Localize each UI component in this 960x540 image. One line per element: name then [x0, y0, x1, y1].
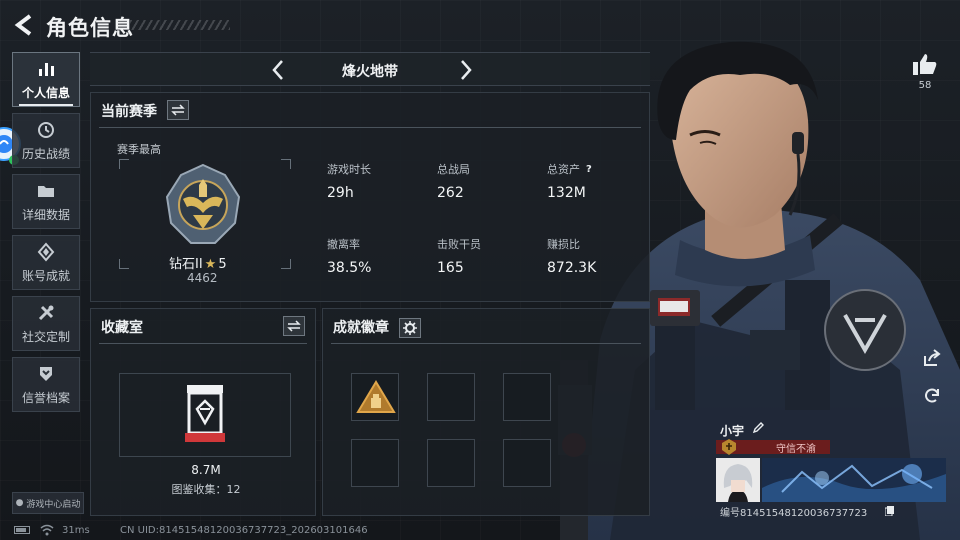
badge-slot-5[interactable] — [427, 439, 475, 487]
collection-count: 图鉴收集：12 — [171, 483, 241, 496]
like-count: 58 — [918, 80, 932, 91]
wifi-icon — [40, 524, 54, 536]
stat-total-matches: 总战局 262 — [437, 161, 537, 201]
stat-value: 132M — [547, 185, 586, 201]
stat-label-row: 总资产 ? — [547, 161, 647, 177]
player-card: 小宇 守信不渝 编号8145154812003673772​3 — [716, 418, 946, 519]
achievements-settings-button[interactable] — [399, 318, 421, 338]
stat-label: 游戏时长 — [327, 163, 371, 176]
stat-label: 赚损比 — [547, 238, 580, 251]
ping-value: 31ms — [62, 525, 90, 536]
collection-title: 收藏室 — [101, 320, 143, 336]
sidebar-item-history[interactable]: 历史战绩 — [12, 113, 80, 168]
pencil-icon[interactable] — [752, 422, 764, 434]
stat-value: 262 — [437, 185, 464, 201]
sidebar-item-achievements[interactable]: 账号成就 — [12, 235, 80, 290]
stat-label: 击败干员 — [437, 238, 481, 251]
chevron-right-icon[interactable] — [452, 57, 478, 83]
game-center-label: 游戏中心启动 — [26, 499, 81, 510]
refresh-icon[interactable] — [922, 386, 942, 406]
rank-tier: 钻石II — [169, 257, 203, 272]
star-icon: ★ — [204, 257, 217, 272]
avatar[interactable] — [716, 458, 760, 502]
game-center-button[interactable]: ● 游戏中心启动 — [12, 492, 84, 514]
rank-emblem-icon — [165, 163, 241, 244]
title-decoration — [130, 20, 230, 30]
swap-icon — [171, 104, 185, 116]
season-panel: 当前赛季 赛季最高 钻石II ★ 5 4462 游戏时长 29h 总战局 262 总… — [90, 92, 650, 302]
stat-value: 29h — [327, 185, 354, 201]
sidebar-item-label: 账号成就 — [21, 268, 70, 283]
page-title: 角色信息 — [46, 16, 134, 40]
badge-slot-1[interactable] — [351, 373, 399, 421]
badge-slot-3[interactable] — [503, 373, 551, 421]
diamond-badge-icon — [37, 241, 55, 262]
rank-points: 4462 — [187, 271, 218, 285]
badge-slot-2[interactable] — [427, 373, 475, 421]
top-header: 角色信息 — [0, 0, 960, 50]
battery-icon — [14, 526, 30, 534]
collection-panel[interactable]: 收藏室 8.7M 图鉴收集：12 — [90, 308, 316, 516]
sidebar-item-label: 社交定制 — [21, 329, 70, 344]
back-arrow-icon[interactable] — [12, 12, 38, 38]
stat-profit-ratio: 赚损比 872.3K — [547, 236, 647, 276]
bar-chart-icon — [39, 62, 54, 76]
stat-value: 872.3K — [547, 260, 597, 276]
stat-value: 38.5% — [327, 260, 372, 276]
player-title: 守信不渝 — [776, 444, 816, 455]
swap-icon — [287, 320, 301, 332]
badge-slot-6[interactable] — [503, 439, 551, 487]
stat-extract-rate: 撤离率 38.5% — [327, 236, 427, 276]
display-case-icon — [185, 385, 225, 442]
collection-value: 8.7M — [191, 463, 221, 477]
stat-value: 165 — [437, 260, 464, 276]
person-icon: ● — [15, 498, 24, 508]
clock-icon — [38, 121, 54, 138]
season-switch-button[interactable] — [167, 100, 189, 120]
stat-label: 总战局 — [437, 163, 470, 176]
sidebar-item-personal-info[interactable]: 个人信息 — [12, 52, 80, 107]
achievements-title: 成就徽章 — [333, 320, 389, 336]
sidebar-item-detailed-data[interactable]: 详细数据 — [12, 174, 80, 229]
mode-label: 烽火地带 — [342, 64, 398, 80]
season-title: 当前赛季 — [101, 104, 157, 120]
player-name: 小宇 — [720, 424, 745, 438]
medal-icon — [722, 439, 736, 455]
rank-stars: 5 — [218, 257, 227, 272]
folder-icon — [38, 185, 54, 197]
collection-switch-button[interactable] — [283, 316, 305, 336]
shield-chevron-icon — [40, 366, 52, 381]
help-icon[interactable]: ? — [586, 164, 592, 175]
stat-kills: 击败干员 165 — [437, 236, 537, 276]
gear-icon — [403, 321, 417, 335]
mode-switcher: 烽火地带 — [90, 52, 650, 86]
badge-slot-4[interactable] — [351, 439, 399, 487]
warning-triangle-badge-icon — [356, 380, 396, 413]
rank-name: 钻石II ★ 5 — [169, 253, 227, 272]
stat-total-assets: 总资产 ? 132M — [547, 161, 647, 201]
sidebar-item-label: 详细数据 — [21, 207, 70, 222]
panel-divider — [99, 127, 641, 128]
profile-banner — [762, 458, 946, 502]
sidebar-item-credit[interactable]: 信誉档案 — [12, 357, 80, 412]
status-bar: 31ms CN UID:81451548120036737723_2026031… — [0, 522, 960, 540]
chevron-left-icon[interactable] — [266, 57, 292, 83]
uid-text: CN UID:81451548120036737723_202603101646 — [120, 525, 368, 536]
sidebar-item-social[interactable]: 社交定制 — [12, 296, 80, 351]
sidebar-item-label: 信誉档案 — [21, 390, 70, 405]
season-best-label: 赛季最高 — [117, 143, 161, 156]
panel-divider — [331, 343, 641, 344]
panel-divider — [99, 343, 307, 344]
thumbs-up-icon[interactable] — [912, 52, 938, 76]
sidebar-item-label: 个人信息 — [21, 85, 70, 100]
player-id: 编号8145154812003673772​3 — [720, 508, 868, 519]
stat-play-time: 游戏时长 29h — [327, 161, 427, 201]
stat-label: 撤离率 — [327, 238, 360, 251]
stat-label: 总资产 — [547, 163, 580, 176]
share-icon[interactable] — [922, 348, 942, 368]
achievements-panel: 成就徽章 — [322, 308, 650, 516]
tools-icon — [38, 305, 54, 320]
sidebar-item-label: 历史战绩 — [21, 146, 70, 161]
copy-icon[interactable] — [885, 506, 894, 516]
